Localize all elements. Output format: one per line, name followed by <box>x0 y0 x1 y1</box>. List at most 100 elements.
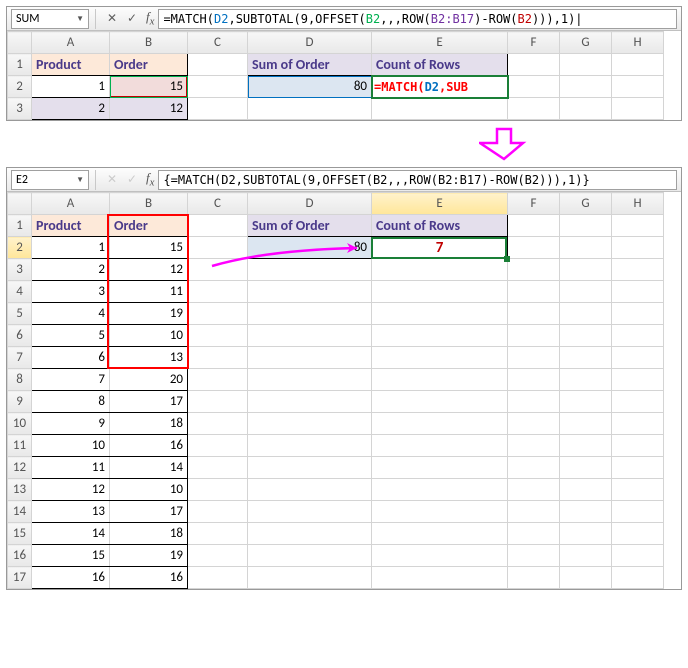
formula-input[interactable]: {=MATCH(D2,SUBTOTAL(9,OFFSET(B2,,,ROW(B2… <box>158 170 677 190</box>
cell-G3[interactable] <box>560 98 612 120</box>
cell-E17[interactable] <box>372 567 508 589</box>
row-head-8[interactable]: 8 <box>8 369 32 391</box>
cell-H13[interactable] <box>612 479 664 501</box>
cell-E3[interactable] <box>372 259 508 281</box>
cell-G15[interactable] <box>560 523 612 545</box>
row-head-5[interactable]: 5 <box>8 303 32 325</box>
cell-H15[interactable] <box>612 523 664 545</box>
cell-E5[interactable] <box>372 303 508 325</box>
cell-G17[interactable] <box>560 567 612 589</box>
cell-F14[interactable] <box>508 501 560 523</box>
cell-A17[interactable]: 16 <box>32 567 110 589</box>
col-G[interactable]: G <box>560 32 612 54</box>
cell-E11[interactable] <box>372 435 508 457</box>
cell-F8[interactable] <box>508 369 560 391</box>
cell-F10[interactable] <box>508 413 560 435</box>
cell-G13[interactable] <box>560 479 612 501</box>
cell-C3[interactable] <box>188 98 248 120</box>
select-all[interactable] <box>8 193 32 215</box>
cell-A2[interactable]: 1 <box>32 237 110 259</box>
formula-input[interactable]: =MATCH(D2,SUBTOTAL(9,OFFSET(B2,,,ROW(B2:… <box>158 9 677 29</box>
cell-H3[interactable] <box>612 259 664 281</box>
row-head-3[interactable]: 3 <box>8 98 32 120</box>
row-head-12[interactable]: 12 <box>8 457 32 479</box>
cell-H1[interactable] <box>612 54 664 76</box>
cell-E6[interactable] <box>372 325 508 347</box>
cell-F15[interactable] <box>508 523 560 545</box>
cell-E2[interactable]: =MATCH(D2,SUB <box>372 76 508 98</box>
cell-D15[interactable] <box>248 523 372 545</box>
chevron-down-icon[interactable]: ▼ <box>76 14 84 24</box>
cell-F7[interactable] <box>508 347 560 369</box>
fx-icon[interactable]: fx <box>146 9 154 28</box>
cell-D6[interactable] <box>248 325 372 347</box>
cell-H6[interactable] <box>612 325 664 347</box>
cell-D14[interactable] <box>248 501 372 523</box>
cell-D3[interactable] <box>248 259 372 281</box>
cell-F9[interactable] <box>508 391 560 413</box>
cell-D8[interactable] <box>248 369 372 391</box>
cell-B10[interactable]: 18 <box>110 413 188 435</box>
row-head-17[interactable]: 17 <box>8 567 32 589</box>
cell-B5[interactable]: 19 <box>110 303 188 325</box>
name-box[interactable]: E2 ▼ <box>11 170 89 190</box>
cell-D3[interactable] <box>248 98 372 120</box>
cell-C1[interactable] <box>188 54 248 76</box>
cell-C7[interactable] <box>188 347 248 369</box>
cell-C1[interactable] <box>188 215 248 237</box>
col-D[interactable]: D <box>248 32 372 54</box>
cell-H2[interactable] <box>612 76 664 98</box>
row-head-7[interactable]: 7 <box>8 347 32 369</box>
cell-F3[interactable] <box>508 259 560 281</box>
cell-B14[interactable]: 17 <box>110 501 188 523</box>
cell-F3[interactable] <box>508 98 560 120</box>
cell-H9[interactable] <box>612 391 664 413</box>
cell-G12[interactable] <box>560 457 612 479</box>
cell-G3[interactable] <box>560 259 612 281</box>
cell-H17[interactable] <box>612 567 664 589</box>
cell-B12[interactable]: 14 <box>110 457 188 479</box>
cell-C15[interactable] <box>188 523 248 545</box>
cell-B8[interactable]: 20 <box>110 369 188 391</box>
cell-F12[interactable] <box>508 457 560 479</box>
cell-G4[interactable] <box>560 281 612 303</box>
cell-A15[interactable]: 14 <box>32 523 110 545</box>
cell-H12[interactable] <box>612 457 664 479</box>
cell-C2[interactable] <box>188 76 248 98</box>
select-all[interactable] <box>8 32 32 54</box>
cell-A7[interactable]: 6 <box>32 347 110 369</box>
cell-D2[interactable]: 80 <box>248 237 372 259</box>
cell-A1[interactable]: Product <box>32 215 110 237</box>
cell-D13[interactable] <box>248 479 372 501</box>
cell-G2[interactable] <box>560 237 612 259</box>
chevron-down-icon[interactable]: ▼ <box>76 175 84 185</box>
cell-E10[interactable] <box>372 413 508 435</box>
cell-A13[interactable]: 12 <box>32 479 110 501</box>
cell-G7[interactable] <box>560 347 612 369</box>
row-head-16[interactable]: 16 <box>8 545 32 567</box>
cell-F1[interactable] <box>508 215 560 237</box>
row-head-13[interactable]: 13 <box>8 479 32 501</box>
cell-G8[interactable] <box>560 369 612 391</box>
cell-E16[interactable] <box>372 545 508 567</box>
cell-G11[interactable] <box>560 435 612 457</box>
cell-B1[interactable]: Order <box>110 54 188 76</box>
cell-A3[interactable]: 2 <box>32 259 110 281</box>
name-box[interactable]: SUM ▼ <box>11 9 89 29</box>
cell-E7[interactable] <box>372 347 508 369</box>
cell-B6[interactable]: 10 <box>110 325 188 347</box>
cell-E1[interactable]: Count of Rows <box>372 215 508 237</box>
cell-B13[interactable]: 10 <box>110 479 188 501</box>
cell-C5[interactable] <box>188 303 248 325</box>
fx-icon[interactable]: fx <box>146 170 154 189</box>
row-head-9[interactable]: 9 <box>8 391 32 413</box>
col-E[interactable]: E <box>372 193 508 215</box>
cell-E4[interactable] <box>372 281 508 303</box>
cell-D12[interactable] <box>248 457 372 479</box>
col-H[interactable]: H <box>612 193 664 215</box>
col-F[interactable]: F <box>508 193 560 215</box>
cell-G5[interactable] <box>560 303 612 325</box>
cell-H14[interactable] <box>612 501 664 523</box>
cell-B15[interactable]: 18 <box>110 523 188 545</box>
cell-F6[interactable] <box>508 325 560 347</box>
